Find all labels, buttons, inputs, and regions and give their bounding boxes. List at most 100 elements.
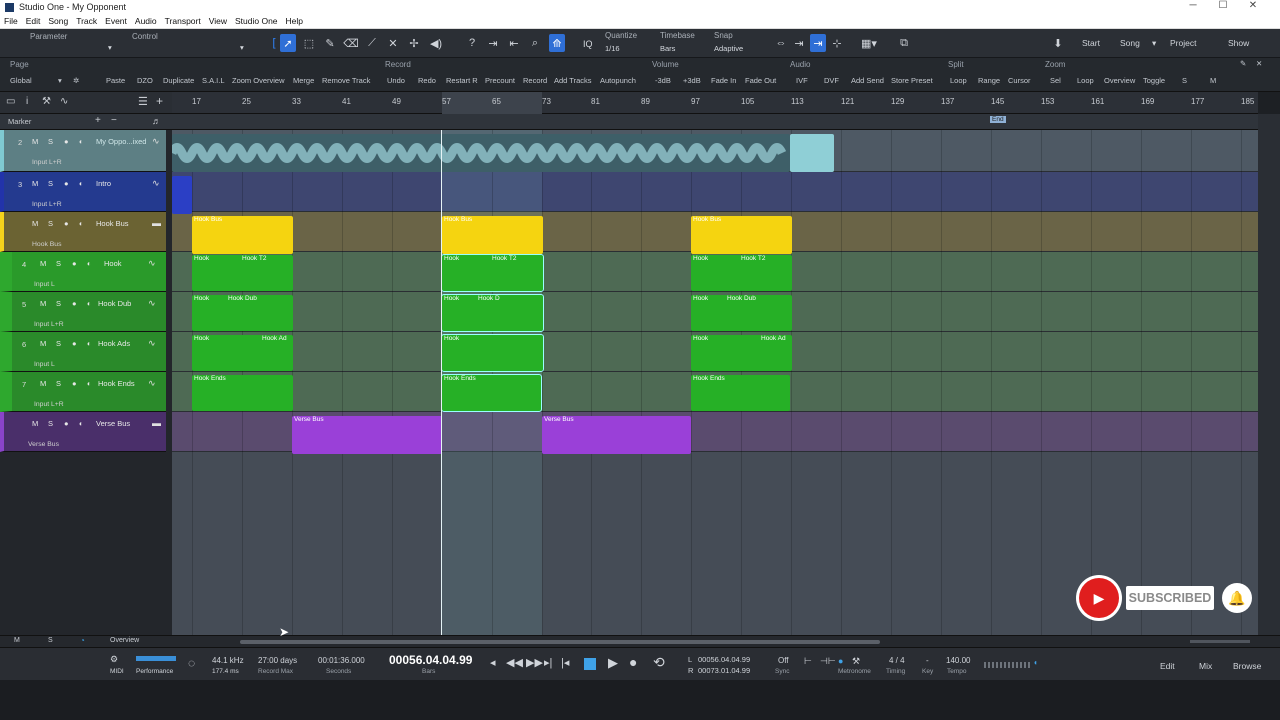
event-hook-ends-1[interactable]: Hook Ends — [192, 375, 293, 411]
parameter-dropdown-icon[interactable]: ▾ — [108, 43, 112, 52]
mute-button[interactable]: M — [32, 419, 38, 428]
mute-button[interactable]: M — [32, 219, 38, 228]
menu-song[interactable]: Song — [44, 16, 72, 26]
macro-record-button[interactable]: Record — [523, 76, 547, 85]
loop-start[interactable]: 00056.04.04.99 — [698, 655, 750, 664]
event-hook-ads-1[interactable]: Hook Hook Ad — [192, 335, 293, 371]
menu-studio-one[interactable]: Studio One — [231, 16, 282, 26]
playhead[interactable] — [441, 130, 442, 635]
add-track-icon[interactable]: + — [156, 94, 163, 108]
metronome-settings-icon[interactable]: ⚒ — [852, 656, 860, 667]
track-input[interactable]: Input L — [34, 361, 55, 368]
event-hook-bus-1[interactable]: Hook Bus — [192, 216, 293, 254]
help-icon[interactable]: ? — [464, 34, 480, 52]
macro-duplicate-button[interactable]: Duplicate — [163, 76, 194, 85]
solo-button[interactable]: S — [48, 219, 53, 228]
mute-button[interactable]: M — [40, 299, 46, 308]
mute-button[interactable]: M — [40, 339, 46, 348]
add-marker-icon[interactable]: + — [95, 115, 101, 126]
key-value[interactable]: - — [926, 656, 929, 665]
macro-overview-button[interactable]: Overview — [1104, 76, 1135, 85]
event-hook-2[interactable]: Hook Hook T2 — [441, 254, 544, 292]
mute-button[interactable]: M — [32, 137, 38, 146]
song-page-button[interactable]: Song — [1120, 38, 1140, 48]
menu-edit[interactable]: Edit — [22, 16, 45, 26]
info-icon[interactable]: i — [26, 96, 28, 107]
macro-add-tracks-button[interactable]: Add Tracks — [554, 76, 592, 85]
mute-button[interactable]: M — [40, 379, 46, 388]
event-hook-3[interactable]: Hook Hook T2 — [691, 255, 792, 291]
automation-icon[interactable]: ∿ — [60, 96, 68, 107]
snap-grid-icon[interactable]: ⇔ — [773, 34, 789, 52]
autoscroll-icon[interactable]: ⇤ — [506, 34, 522, 52]
track-input[interactable]: Input L+R — [32, 201, 62, 208]
event-hook-dub-2[interactable]: Hook Hook D — [441, 294, 544, 332]
go-to-loop-start-icon[interactable]: |◂ — [561, 656, 569, 669]
inspector-icon[interactable]: ▭ — [6, 96, 15, 107]
macro-cursor-button[interactable]: Cursor — [1008, 76, 1031, 85]
macro-autopunch-button[interactable]: Autopunch — [600, 76, 636, 85]
hscroll-thumb[interactable] — [240, 640, 880, 644]
macro-precount-button[interactable]: Precount — [485, 76, 515, 85]
track-header-my-opponent[interactable]: 2 M S ● ◐ My Oppo...ixed ∿ Input L+R — [0, 130, 166, 172]
layout-icon[interactable]: ▦▾ — [856, 34, 882, 52]
pin-icon[interactable]: ✎ — [1240, 59, 1246, 68]
pencil-tool-icon[interactable]: ✎ — [322, 34, 338, 52]
snap-value[interactable]: Adaptive — [714, 44, 743, 53]
menu-file[interactable]: File — [0, 16, 22, 26]
fast-forward-icon[interactable]: ▶▶ — [526, 656, 543, 669]
monitor-icon[interactable]: ◐ — [87, 299, 92, 308]
macro-zoom-loop-button[interactable]: Loop — [1077, 76, 1094, 85]
event-intro[interactable] — [172, 176, 192, 214]
rewind-icon[interactable]: ◀◀ — [506, 656, 523, 669]
iq-label[interactable]: IQ — [583, 39, 593, 49]
macro-sail-button[interactable]: S.A.I.L — [202, 76, 225, 85]
macro-toggle-button[interactable]: Toggle — [1143, 76, 1165, 85]
macro-close-icon[interactable]: ✕ — [1256, 59, 1262, 68]
mute-button[interactable]: M — [32, 179, 38, 188]
event-hook-ends-2[interactable]: Hook Ends — [441, 374, 542, 412]
edit-button[interactable]: Edit — [1160, 661, 1175, 671]
record-arm-icon[interactable]: ● — [72, 259, 77, 268]
record-arm-icon[interactable]: ● — [72, 339, 77, 348]
macro-fade-out-button[interactable]: Fade Out — [745, 76, 776, 85]
macro-ivf-button[interactable]: IVF — [796, 76, 808, 85]
solo-button[interactable]: S — [56, 259, 61, 268]
browse-button[interactable]: Browse — [1233, 661, 1261, 671]
tempo-value[interactable]: 140.00 — [946, 656, 970, 665]
record-arm-icon[interactable]: ● — [64, 179, 69, 188]
hscroll-m-label[interactable]: M — [14, 637, 20, 644]
macro-fade-in-button[interactable]: Fade In — [711, 76, 736, 85]
event-hook-bus-3[interactable]: Hook Bus — [691, 216, 792, 254]
project-page-button[interactable]: Project — [1170, 38, 1196, 48]
track-name[interactable]: Hook Ends — [98, 379, 135, 388]
solo-button[interactable]: S — [48, 137, 53, 146]
stop-button[interactable] — [584, 658, 596, 670]
track-list-icon[interactable]: ☰ — [138, 95, 148, 108]
loop-icon[interactable]: ⟲ — [653, 654, 665, 671]
track-name[interactable]: Hook Bus — [96, 219, 129, 228]
song-dropdown-icon[interactable]: ▾ — [1152, 38, 1156, 49]
macro-merge-button[interactable]: Merge — [293, 76, 314, 85]
record-arm-icon[interactable]: ● — [72, 299, 77, 308]
macro-undo-button[interactable]: Undo — [387, 76, 405, 85]
macro-minus-3db-button[interactable]: -3dB — [655, 76, 671, 85]
event-hook-ads-3[interactable]: Hook Hook Ad — [691, 335, 792, 371]
hscroll-link-icon[interactable]: ◔ — [80, 636, 85, 645]
track-name[interactable]: Hook Dub — [98, 299, 131, 308]
macro-range-button[interactable]: Range — [978, 76, 1000, 85]
event-my-opponent-selected[interactable] — [790, 134, 834, 172]
macro-restart-r-button[interactable]: Restart R — [446, 76, 478, 85]
macro-add-send-button[interactable]: Add Send — [851, 76, 884, 85]
zoom-slider[interactable] — [1190, 640, 1250, 643]
metronome-icon[interactable]: ● — [838, 656, 843, 666]
track-name[interactable]: Verse Bus — [96, 419, 130, 428]
macro-m-button[interactable]: M — [1210, 76, 1216, 85]
menu-view[interactable]: View — [205, 16, 231, 26]
master-volume-icon[interactable]: ◖ — [1033, 658, 1038, 667]
macro-dzo-button[interactable]: DZO — [137, 76, 153, 85]
remove-marker-icon[interactable]: − — [111, 115, 117, 126]
folder-icon[interactable]: ▬ — [152, 418, 161, 428]
track-output[interactable]: Hook Bus — [32, 241, 61, 248]
track-output[interactable]: Verse Bus — [28, 441, 59, 448]
